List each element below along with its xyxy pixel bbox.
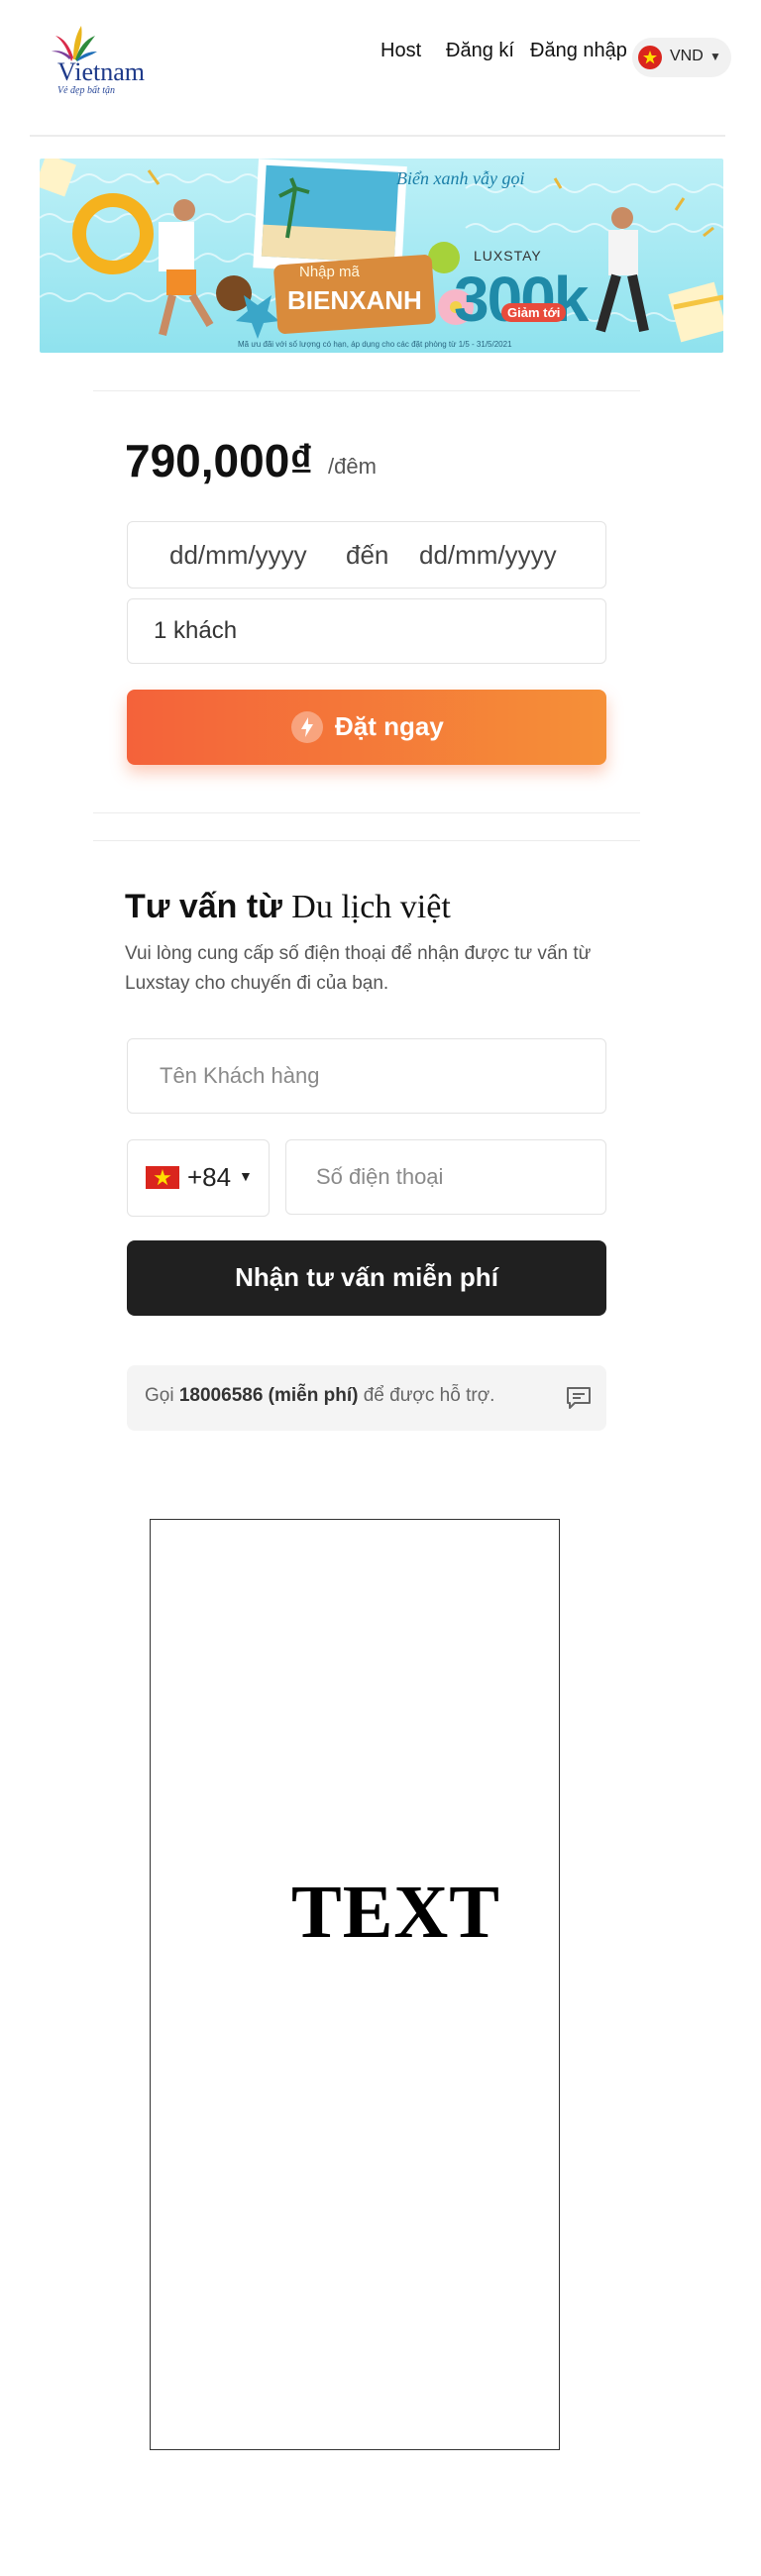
nav-login-link[interactable]: Đăng nhập [530, 40, 627, 62]
country-code-select[interactable]: +84 ▼ [127, 1139, 270, 1217]
customer-name-placeholder: Tên Khách hàng [160, 1063, 320, 1088]
discount-badge: Giảm tới [501, 303, 567, 322]
phone-input[interactable]: Số điện thoại [285, 1139, 606, 1215]
promo-label: Nhập mã [299, 264, 360, 280]
price-unit: /đêm [328, 454, 377, 479]
frame-text: TEXT [291, 1871, 500, 1954]
promo-code: BIENXANH [287, 285, 422, 315]
date-separator: đến [346, 540, 389, 570]
caret-down-icon: ▼ [709, 50, 721, 63]
guest-selector[interactable]: 1 khách [127, 598, 606, 664]
banner-headline: Biển xanh vẫy gọi [396, 168, 525, 188]
vietnam-flag-icon [638, 46, 662, 69]
promo-banner[interactable]: Nhập mã BIENXANH Biển xanh vẫy gọi LUXST… [40, 159, 723, 353]
customer-name-input[interactable]: Tên Khách hàng [127, 1038, 606, 1114]
guest-count: 1 khách [154, 617, 238, 644]
text-frame: TEXT [150, 1519, 560, 2450]
banner-fine-print: Mã ưu đãi với số lượng có hạn, áp dụng c… [238, 340, 512, 349]
consult-title-part2: Du lịch việt [291, 889, 451, 925]
hotline-prefix: Gọi [145, 1385, 174, 1406]
phone-placeholder: Số điện thoại [316, 1164, 444, 1189]
hotline-box: Gọi 18006586 (miễn phí) để được hỗ trợ. [127, 1365, 606, 1431]
hotline-suffix: để được hỗ trợ. [363, 1385, 495, 1406]
chat-bubble-icon[interactable] [565, 1385, 593, 1411]
lightning-icon [291, 711, 323, 743]
section-divider [93, 812, 640, 813]
currency-label: VND [670, 48, 704, 64]
date-range-picker[interactable]: dd/mm/yyyy đến dd/mm/yyyy [127, 521, 606, 589]
consult-title: Tư vấn từ Du lịch việt [125, 888, 451, 926]
hotline-number[interactable]: 18006586 (miễn phí) [179, 1385, 359, 1406]
section-divider [93, 840, 640, 841]
country-code: +84 [187, 1162, 232, 1192]
vietnam-flag-icon [146, 1166, 179, 1189]
currency-selector[interactable]: VND ▼ [632, 38, 731, 77]
hotline-text: Gọi 18006586 (miễn phí) để được hỗ trợ. [145, 1385, 494, 1407]
header-divider [30, 135, 725, 137]
logo-tagline: Vẻ đẹp bất tận [57, 85, 116, 96]
caret-down-icon: ▼ [239, 1168, 253, 1184]
logo-wordmark: Vietnam [57, 57, 145, 86]
section-divider [93, 390, 640, 391]
consult-description: Vui lòng cung cấp số điện thoại để nhận … [125, 943, 592, 994]
nightly-price: 790,000₫ [125, 435, 313, 486]
check-in-date[interactable]: dd/mm/yyyy [169, 540, 307, 571]
nav-register-link[interactable]: Đăng kí [446, 40, 514, 62]
nav-host-link[interactable]: Host [380, 40, 421, 62]
free-consult-label: Nhận tư vấn miễn phí [235, 1262, 498, 1292]
free-consult-button[interactable]: Nhận tư vấn miễn phí [127, 1240, 606, 1316]
book-now-label: Đặt ngay [335, 711, 444, 741]
check-out-date[interactable]: dd/mm/yyyy [419, 540, 557, 571]
discount-amount: 300k [454, 264, 589, 335]
book-now-button[interactable]: Đặt ngay [127, 690, 606, 765]
consult-title-part1: Tư vấn từ [125, 888, 282, 925]
banner-brand: LUXSTAY [474, 248, 542, 264]
